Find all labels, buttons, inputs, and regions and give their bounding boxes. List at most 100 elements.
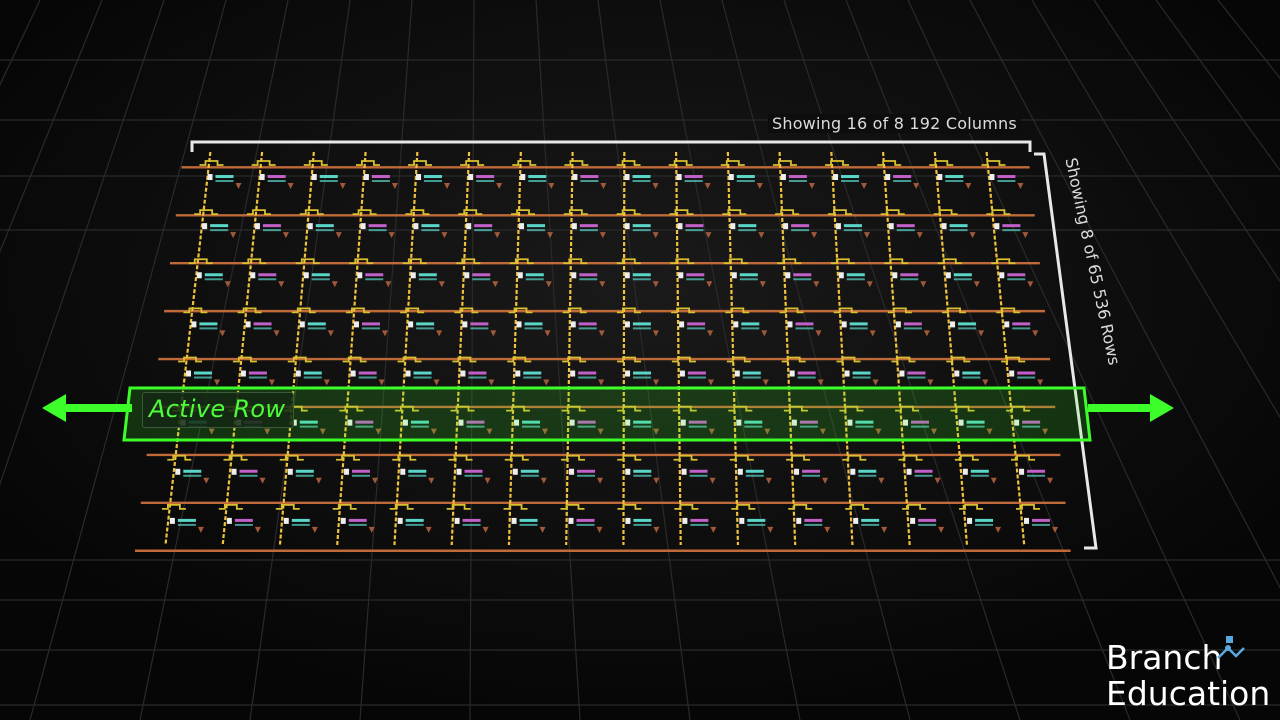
capacitor-plate <box>361 327 380 330</box>
capacitor <box>1032 518 1051 522</box>
capacitor <box>949 224 968 228</box>
capacitor <box>527 224 546 228</box>
capacitor <box>747 518 766 522</box>
capacitor <box>578 371 597 375</box>
capacitor-plate <box>632 278 651 281</box>
cell-node <box>1004 321 1010 328</box>
cell-node <box>226 517 232 524</box>
capacitor-plate <box>741 327 760 330</box>
capacitor-plate <box>1007 278 1026 281</box>
capacitor <box>319 175 338 179</box>
cell-node <box>363 174 369 181</box>
capacitor-plate <box>319 180 338 183</box>
cell-node <box>794 468 800 475</box>
capacitor-plate <box>745 474 764 477</box>
capacitor <box>258 273 277 277</box>
capacitor-plate <box>578 376 597 379</box>
capacitor-plate <box>210 229 229 232</box>
capacitor-plate <box>424 180 443 183</box>
capacitor <box>745 469 764 473</box>
cell-node <box>462 321 468 328</box>
cell-node <box>624 223 630 230</box>
cell-node <box>841 321 847 328</box>
cell-node <box>728 174 734 181</box>
capacitor <box>408 469 427 473</box>
capacitor-plate <box>421 229 440 232</box>
capacitor-plate <box>194 376 213 379</box>
cell-node <box>737 468 743 475</box>
capacitor-plate <box>633 523 652 526</box>
capacitor-plate <box>1012 327 1031 330</box>
capacitor-plate <box>525 278 544 281</box>
column-count-label: Showing 16 of 8 192 Columns <box>768 114 1021 133</box>
capacitor-plate <box>519 523 538 526</box>
cell-node <box>962 468 968 475</box>
capacitor <box>365 273 384 277</box>
capacitor-plate <box>846 278 865 281</box>
capacitor <box>632 273 651 277</box>
capacitor-plate <box>358 376 377 379</box>
cell-node <box>416 174 422 181</box>
capacitor <box>303 371 322 375</box>
capacitor <box>841 175 860 179</box>
cell-node <box>899 370 905 377</box>
cell-node <box>299 321 305 328</box>
capacitor-plate <box>1032 523 1051 526</box>
capacitor-plate <box>900 278 919 281</box>
cell-node <box>287 468 293 475</box>
capacitor <box>795 322 814 326</box>
capacitor-plate <box>239 474 258 477</box>
capacitor-plate <box>352 474 371 477</box>
cell-node <box>885 174 891 181</box>
cell-node <box>568 517 574 524</box>
capacitor-plate <box>914 474 933 477</box>
capacitor-plate <box>797 376 816 379</box>
cell-node <box>456 468 462 475</box>
capacitor <box>632 224 651 228</box>
capacitor <box>846 273 865 277</box>
capacitor <box>528 175 547 179</box>
capacitor-plate <box>234 523 253 526</box>
cell-node <box>175 468 181 475</box>
cell-node <box>895 321 901 328</box>
capacitor <box>215 175 234 179</box>
capacitor <box>684 175 703 179</box>
capacitor <box>945 175 964 179</box>
capacitor <box>204 273 223 277</box>
capacitor-plate <box>523 376 542 379</box>
capacitor-plate <box>577 474 596 477</box>
capacitor <box>843 224 862 228</box>
capacitor <box>633 371 652 375</box>
capacitor-plate <box>953 278 972 281</box>
cell-node <box>468 174 474 181</box>
cell-node <box>892 272 898 279</box>
capacitor-plate <box>738 229 757 232</box>
cell-node <box>464 272 470 279</box>
cell-node <box>254 223 260 230</box>
capacitor <box>858 469 877 473</box>
cell-node <box>1024 517 1030 524</box>
cell-node <box>571 223 577 230</box>
cell-node <box>681 468 687 475</box>
capacitor-plate <box>804 523 823 526</box>
capacitor-plate <box>861 523 880 526</box>
capacitor <box>262 224 281 228</box>
capacitor-plate <box>580 180 599 183</box>
cell-node <box>353 321 359 328</box>
capacitor-plate <box>470 327 489 330</box>
cell-node <box>624 272 630 279</box>
capacitor <box>738 224 757 228</box>
capacitor <box>578 322 597 326</box>
cell-node <box>570 370 576 377</box>
cell-node <box>357 272 363 279</box>
capacitor <box>1017 371 1036 375</box>
capacitor <box>632 322 651 326</box>
cell-node <box>994 223 1000 230</box>
capacitor-plate <box>371 180 390 183</box>
cell-node <box>906 468 912 475</box>
capacitor <box>358 371 377 375</box>
capacitor-plate <box>291 523 310 526</box>
cell-node <box>835 223 841 230</box>
capacitor-plate <box>1002 229 1021 232</box>
capacitor <box>690 518 709 522</box>
